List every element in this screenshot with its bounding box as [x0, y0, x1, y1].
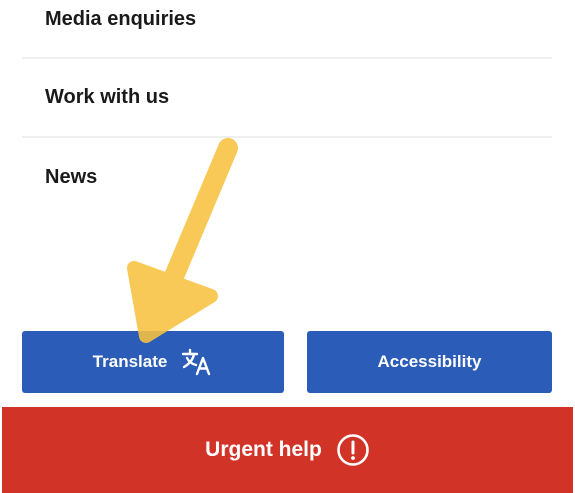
alert-circle-icon	[336, 433, 370, 467]
urgent-help-button-label: Urgent help	[205, 438, 322, 461]
accessibility-button[interactable]: Accessibility	[307, 331, 552, 393]
nav-item-news[interactable]: News	[22, 138, 552, 217]
nav-item-label: Work with us	[45, 86, 170, 108]
nav-item-work-with-us[interactable]: Work with us	[22, 59, 552, 138]
urgent-help-button[interactable]: Urgent help	[2, 407, 573, 493]
nav-item-label: Media enquiries	[45, 8, 197, 30]
page: Media enquiries Work with us News Transl…	[0, 0, 575, 493]
translate-button-label: Translate	[92, 352, 168, 371]
nav-list: Media enquiries Work with us News	[22, 0, 552, 217]
nav-item-media-enquiries[interactable]: Media enquiries	[22, 0, 552, 59]
translate-button[interactable]: Translate	[22, 331, 284, 393]
nav-item-label: News	[45, 166, 98, 188]
accessibility-button-label: Accessibility	[377, 352, 482, 371]
translate-icon	[181, 348, 213, 376]
